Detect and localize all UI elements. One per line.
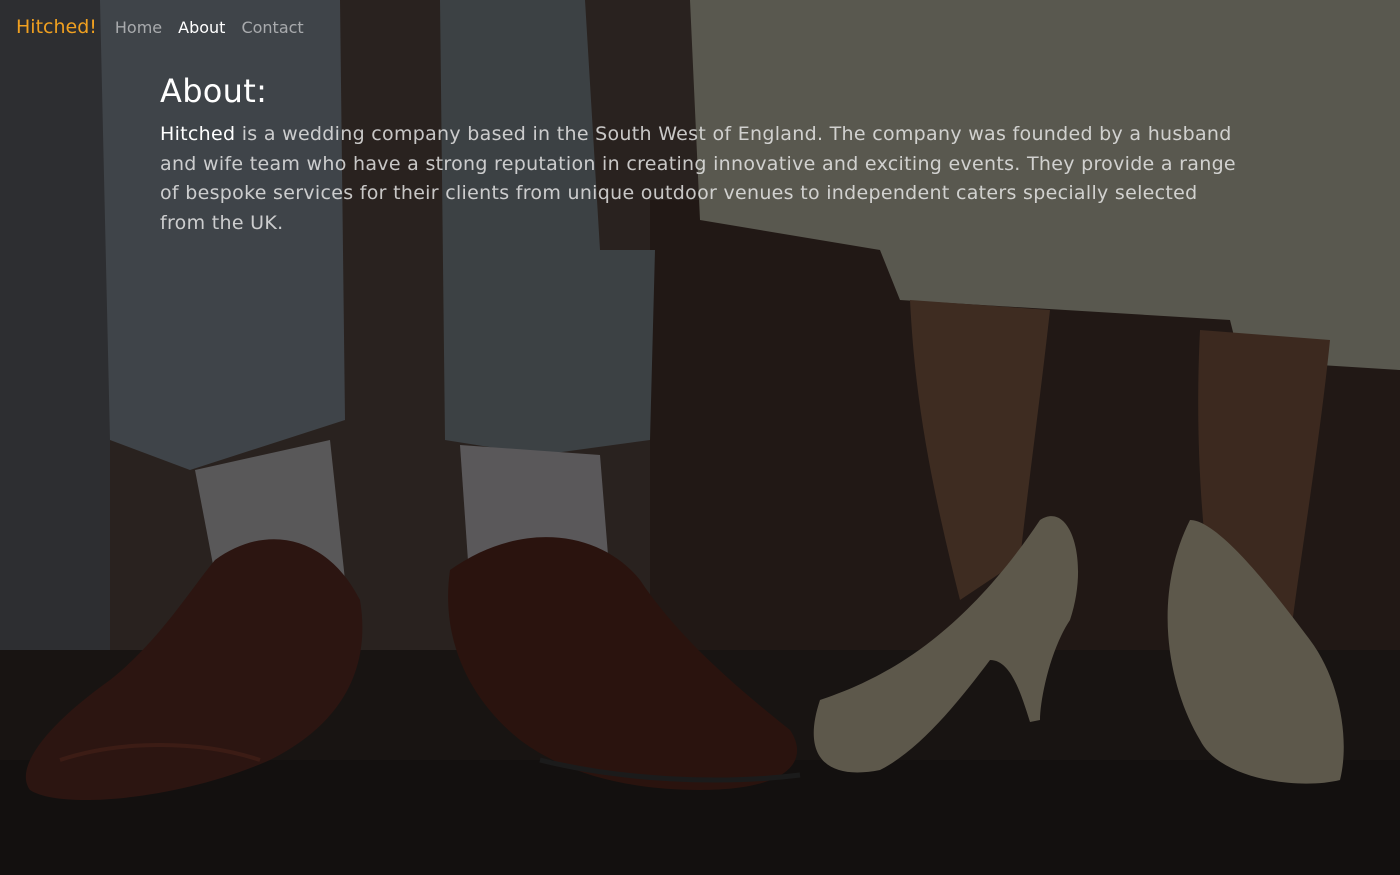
top-navbar: Hitched! Home About Contact bbox=[0, 0, 1400, 54]
about-paragraph: Hitched is a wedding company based in th… bbox=[160, 120, 1240, 238]
about-lead-word: Hitched bbox=[160, 123, 236, 145]
brand-logo-link[interactable]: Hitched! bbox=[16, 16, 97, 38]
nav-link-about[interactable]: About bbox=[178, 18, 225, 37]
nav-link-home[interactable]: Home bbox=[115, 18, 162, 37]
page: Hitched! Home About Contact About: Hitch… bbox=[0, 0, 1400, 875]
nav-link-contact[interactable]: Contact bbox=[241, 18, 303, 37]
about-heading: About: bbox=[160, 72, 268, 110]
about-body-text: is a wedding company based in the South … bbox=[160, 123, 1236, 234]
about-section: About: Hitched is a wedding company base… bbox=[160, 72, 1240, 238]
